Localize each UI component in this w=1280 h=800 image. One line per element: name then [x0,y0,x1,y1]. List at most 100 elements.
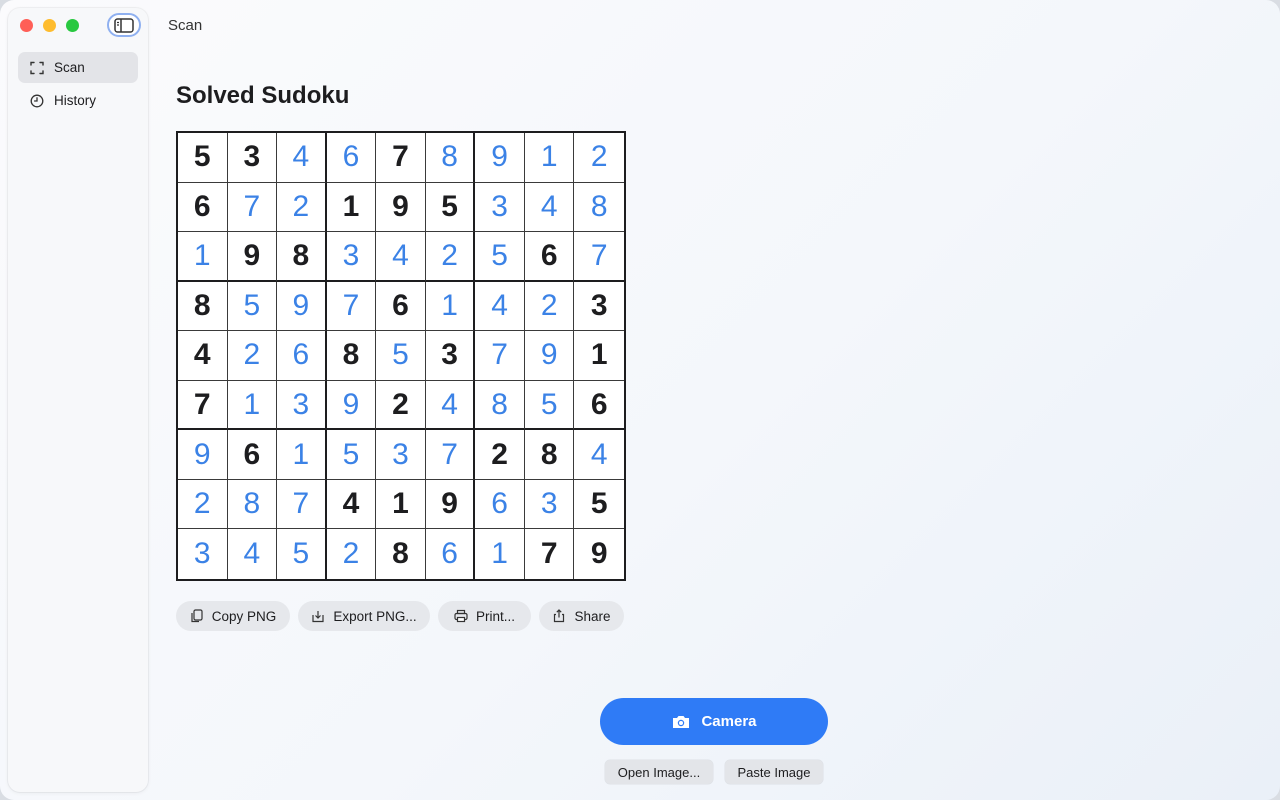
sudoku-cell: 9 [178,430,228,480]
app-window: Scan Scan History Solved Sudoku 53467891… [0,0,1280,800]
sudoku-cell: 9 [227,232,278,282]
sudoku-cell: 9 [475,133,525,183]
sudoku-cell: 7 [525,529,575,579]
minimize-window-button[interactable] [43,19,56,32]
sudoku-cell: 8 [574,183,624,233]
sidebar-toggle-button[interactable] [107,13,141,37]
export-png-button[interactable]: Export PNG... [298,601,430,631]
sudoku-cell: 4 [228,529,278,579]
sudoku-cell: 1 [475,529,525,579]
sudoku-cell: 1 [178,232,228,282]
sudoku-cell: 8 [376,529,426,579]
sudoku-cell: 1 [574,331,624,381]
sudoku-cell: 2 [327,529,377,579]
sudoku-cell: 1 [277,430,327,480]
sidebar-icon [114,17,134,33]
sudoku-cell: 4 [524,182,575,233]
sudoku-cell: 6 [326,133,377,183]
sudoku-cell: 8 [227,479,278,530]
sudoku-cell: 8 [524,430,575,480]
export-icon [312,611,324,623]
sudoku-cell: 5 [524,380,575,431]
sudoku-cell: 1 [326,182,377,233]
sudoku-cell: 3 [475,182,525,233]
printer-icon [454,609,468,623]
sudoku-cell: 4 [425,380,476,431]
sudoku-cell: 8 [277,232,327,282]
sudoku-cell: 1 [376,479,426,530]
sudoku-cell: 3 [524,479,575,530]
sudoku-cell: 6 [277,331,327,381]
sudoku-cell: 5 [475,232,525,282]
sudoku-cell: 5 [376,331,426,381]
share-icon [554,609,565,623]
sudoku-cell: 5 [574,480,624,530]
sudoku-cell: 7 [425,430,476,480]
sudoku-cell: 5 [425,182,476,233]
copy-png-button[interactable]: Copy PNG [176,601,290,631]
sudoku-cell: 7 [277,479,327,530]
sudoku-cell: 2 [425,232,476,282]
sudoku-cell: 5 [227,281,278,332]
sudoku-cell: 7 [376,133,426,183]
zoom-window-button[interactable] [66,19,79,32]
share-label: Share [574,608,611,624]
sudoku-cell: 2 [277,182,327,233]
share-button[interactable]: Share [539,601,624,631]
sudoku-cell: 6 [376,281,426,332]
sudoku-cell: 8 [475,380,525,431]
sudoku-cell: 3 [326,232,377,282]
sudoku-cell: 6 [178,182,228,233]
camera-label: Camera [701,713,757,730]
sudoku-cell: 1 [524,133,575,183]
camera-button[interactable]: Camera [600,698,828,745]
sudoku-cell: 3 [227,133,278,183]
print-button[interactable]: Print... [438,601,531,631]
sudoku-cell: 2 [574,133,624,183]
sudoku-cell: 8 [178,281,228,332]
sudoku-cell: 8 [326,331,377,381]
sudoku-cell: 9 [524,331,575,381]
sudoku-cell: 2 [227,331,278,381]
scan-frame-icon [30,61,44,74]
sudoku-cell: 6 [426,529,476,579]
close-window-button[interactable] [20,19,33,32]
sudoku-cell: 7 [326,281,377,332]
sudoku-cell: 9 [590,537,608,571]
sudoku-cell: 3 [574,282,624,332]
paste-image-button[interactable]: Paste Image [725,760,823,784]
sudoku-cell: 1 [425,281,476,332]
sudoku-cell: 4 [574,430,624,480]
sudoku-cell: 5 [277,529,327,579]
page-title: Solved Sudoku [176,82,350,109]
sudoku-cell: 2 [475,430,525,480]
sudoku-cell: 6 [524,232,575,282]
sidebar-item-history[interactable]: History [18,85,138,116]
sudoku-cell: 9 [326,380,377,431]
camera-icon [673,715,690,728]
open-image-button[interactable]: Open Image... [605,760,713,784]
sudoku-cell: 8 [425,133,476,183]
sudoku-cell: 9 [277,281,327,332]
sudoku-cell: 2 [376,380,426,431]
sudoku-cell: 6 [227,430,278,480]
sudoku-cell: 6 [574,381,624,431]
sudoku-cell: 7 [574,232,624,282]
sudoku-cell: 4 [178,331,228,381]
sudoku-cell: 3 [178,529,228,579]
sidebar [8,8,148,792]
sudoku-cell: 3 [376,430,426,480]
sudoku-cell: 6 [475,479,525,530]
sudoku-cell: 1 [227,380,278,431]
sudoku-cell: 9 [425,479,476,530]
sudoku-cell: 3 [425,331,476,381]
sudoku-cell: 4 [376,232,426,282]
sudoku-cell: 9 [376,182,426,233]
sudoku-cell: 4 [326,479,377,530]
sudoku-cell: 5 [326,430,377,480]
copy-icon [191,609,203,623]
print-label: Print... [475,608,515,624]
sidebar-item-scan[interactable]: Scan [18,52,138,83]
sudoku-cell: 4 [277,133,327,183]
sudoku-cell: 2 [178,479,228,530]
